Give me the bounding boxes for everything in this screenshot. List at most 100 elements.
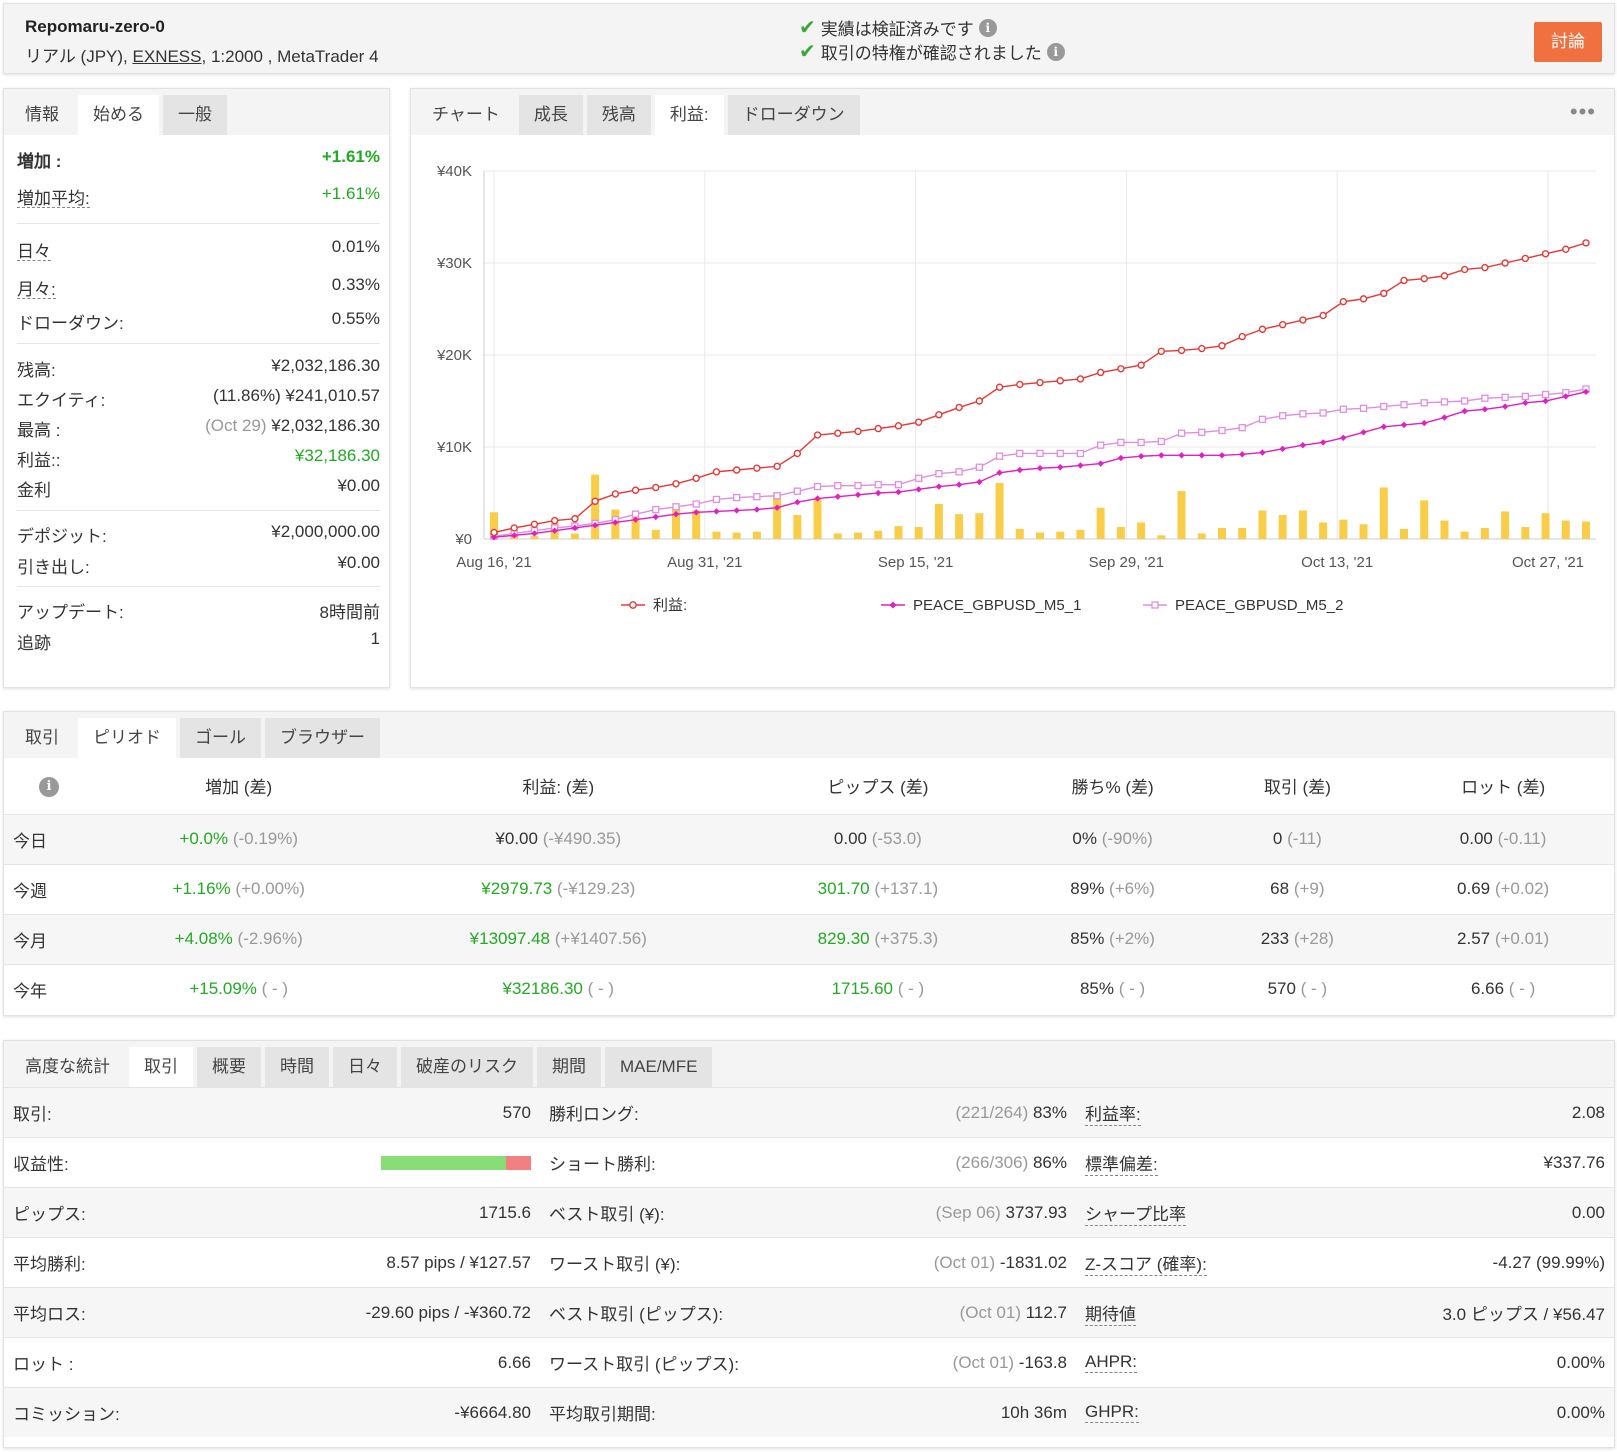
series-point bbox=[834, 481, 842, 490]
tab-browser[interactable]: ブラウザー bbox=[265, 718, 380, 758]
info-icon[interactable]: i bbox=[38, 776, 59, 797]
stat-label[interactable]: 期待値 bbox=[1085, 1300, 1136, 1326]
stat-value: -¥6664.80 bbox=[454, 1402, 531, 1422]
stat-label[interactable]: シャープ比率 bbox=[1085, 1200, 1186, 1226]
highest-value: ¥2,032,186.30 bbox=[271, 416, 380, 435]
series-point bbox=[813, 482, 822, 491]
period-gain-value: +0.0% bbox=[179, 829, 229, 848]
daily-bar bbox=[833, 533, 842, 539]
stat-label[interactable]: Z-スコア (確率): bbox=[1085, 1250, 1207, 1276]
legend-marker bbox=[629, 601, 637, 609]
tab-trades[interactable]: 取引 bbox=[10, 718, 74, 758]
broker-link[interactable]: EXNESS bbox=[133, 47, 202, 66]
period-trades-cell: 570 ( - ) bbox=[1202, 963, 1393, 1014]
daily-bar bbox=[732, 532, 741, 539]
stat-value: 3737.93 bbox=[1005, 1202, 1067, 1222]
tab-profit[interactable]: 利益: bbox=[654, 95, 724, 135]
series-point bbox=[793, 449, 802, 458]
series-point bbox=[672, 503, 680, 511]
tab-stats-trades[interactable]: 取引 bbox=[129, 1047, 193, 1087]
tab-balance[interactable]: 残高 bbox=[586, 95, 651, 135]
stat-value: 570 bbox=[502, 1102, 531, 1122]
stat-value-wrap: (Sep 06) 3737.93 bbox=[936, 1203, 1067, 1223]
period-gain-diff: ( - ) bbox=[261, 979, 289, 999]
series-point bbox=[854, 481, 862, 490]
series-point bbox=[1501, 393, 1509, 401]
x-tick-label: Oct 13, '21 bbox=[1301, 554, 1373, 571]
period-pips-diff: (+375.3) bbox=[874, 929, 939, 948]
x-tick-label: Aug 31, '21 bbox=[667, 554, 742, 571]
stat-value-wrap: 0.00% bbox=[1557, 1403, 1605, 1423]
withdrawals-row: 引き出し: ¥0.00 bbox=[17, 553, 380, 577]
series-point bbox=[1218, 426, 1226, 435]
tab-chart[interactable]: チャート bbox=[417, 95, 515, 135]
series-point bbox=[1481, 263, 1489, 272]
tab-duration[interactable]: 期間 bbox=[537, 1047, 601, 1087]
tab-growth[interactable]: 成長 bbox=[518, 95, 583, 135]
series-point bbox=[1137, 453, 1145, 460]
daily-bar bbox=[1157, 535, 1166, 539]
stat-label[interactable]: GHPR: bbox=[1085, 1402, 1139, 1423]
series-point bbox=[935, 411, 943, 419]
tab-goals[interactable]: ゴール bbox=[180, 718, 261, 758]
series-point bbox=[1299, 410, 1307, 418]
tab-mae-mfe[interactable]: MAE/MFE bbox=[605, 1047, 713, 1087]
stat-label[interactable]: AHPR: bbox=[1085, 1352, 1137, 1373]
daily-label[interactable]: 日々 bbox=[17, 237, 51, 261]
series-point bbox=[1421, 419, 1428, 427]
tab-drawdown[interactable]: ドローダウン bbox=[727, 95, 860, 135]
daily-bar bbox=[914, 527, 923, 539]
abs-gain-row: 増加平均: +1.61% bbox=[17, 184, 380, 208]
stat-label[interactable]: 利益率: bbox=[1085, 1100, 1141, 1126]
stat-value-wrap: 0.00 bbox=[1572, 1203, 1605, 1223]
balance-row: 残高: ¥2,032,186.30 bbox=[17, 356, 380, 380]
more-options-icon[interactable]: ••• bbox=[1570, 99, 1596, 125]
stat-label: ベスト取引 (¥): bbox=[549, 1205, 665, 1224]
period-trades-diff: (+9) bbox=[1293, 879, 1325, 898]
stat-label[interactable]: 標準偏差: bbox=[1085, 1150, 1158, 1176]
info-icon[interactable]: i bbox=[978, 18, 997, 37]
stat-row: ベスト取引 (ピップス): (Oct 01) 112.7 bbox=[540, 1287, 1076, 1337]
series-point bbox=[813, 431, 822, 439]
stat-value-wrap: (Oct 01) -163.8 bbox=[953, 1353, 1067, 1373]
tab-general[interactable]: 一般 bbox=[163, 95, 227, 135]
table-row: 今年 +15.09% ( - ) ¥32186.30 ( - ) 1715.60 ( … bbox=[4, 963, 1614, 1014]
period-profit-cell: ¥0.00 (-¥490.35) bbox=[383, 813, 734, 864]
tab-hours[interactable]: 時間 bbox=[265, 1047, 329, 1087]
tab-summary[interactable]: 概要 bbox=[197, 1047, 261, 1087]
series-point bbox=[753, 506, 761, 513]
monthly-label[interactable]: 月々: bbox=[17, 275, 56, 299]
tab-info[interactable]: 情報 bbox=[10, 95, 74, 135]
tab-period[interactable]: ピリオド bbox=[78, 718, 176, 758]
daily-bar bbox=[1015, 528, 1024, 539]
period-profit-cell: ¥32186.30 ( - ) bbox=[383, 963, 734, 1014]
period-lots-cell: 0.69 (+0.02) bbox=[1392, 863, 1614, 914]
series-point bbox=[1198, 452, 1205, 459]
info-icon[interactable]: i bbox=[1046, 42, 1065, 61]
period-profit-diff: (+¥1407.56) bbox=[554, 929, 647, 948]
series-point bbox=[1319, 409, 1327, 417]
y-axis-ticks: ¥0 ¥10K ¥20K ¥30K ¥40K bbox=[436, 163, 472, 548]
daily-bar bbox=[854, 532, 862, 539]
stat-value: -163.8 bbox=[1018, 1352, 1067, 1372]
stat-label: 取引: bbox=[13, 1105, 52, 1124]
period-trades-cell: 68 (+9) bbox=[1202, 863, 1393, 914]
series-point bbox=[1178, 452, 1185, 459]
period-lots-value: 6.66 bbox=[1470, 979, 1505, 999]
daily-bar bbox=[1420, 500, 1429, 539]
period-gain-value: +1.16% bbox=[172, 879, 231, 898]
tab-advanced-stats[interactable]: 高度な統計 bbox=[10, 1047, 125, 1087]
series-point bbox=[1137, 438, 1145, 447]
tab-risk-of-ruin[interactable]: 破産のリスク bbox=[401, 1047, 533, 1087]
series-point bbox=[773, 492, 781, 500]
abs-gain-label[interactable]: 増加平均: bbox=[17, 184, 90, 208]
stat-value-context: (Oct 01) bbox=[933, 1252, 996, 1272]
daily-bar bbox=[1359, 524, 1368, 539]
period-won-value: 89% bbox=[1070, 879, 1105, 898]
discuss-button[interactable]: 討論 bbox=[1534, 22, 1602, 62]
tab-daily[interactable]: 日々 bbox=[333, 1047, 397, 1087]
series-point bbox=[1097, 460, 1104, 467]
tab-start[interactable]: 始める bbox=[78, 95, 159, 135]
period-trades-cell: 0 (-11) bbox=[1202, 813, 1393, 864]
stat-label: ワースト取引 (¥): bbox=[549, 1255, 681, 1274]
